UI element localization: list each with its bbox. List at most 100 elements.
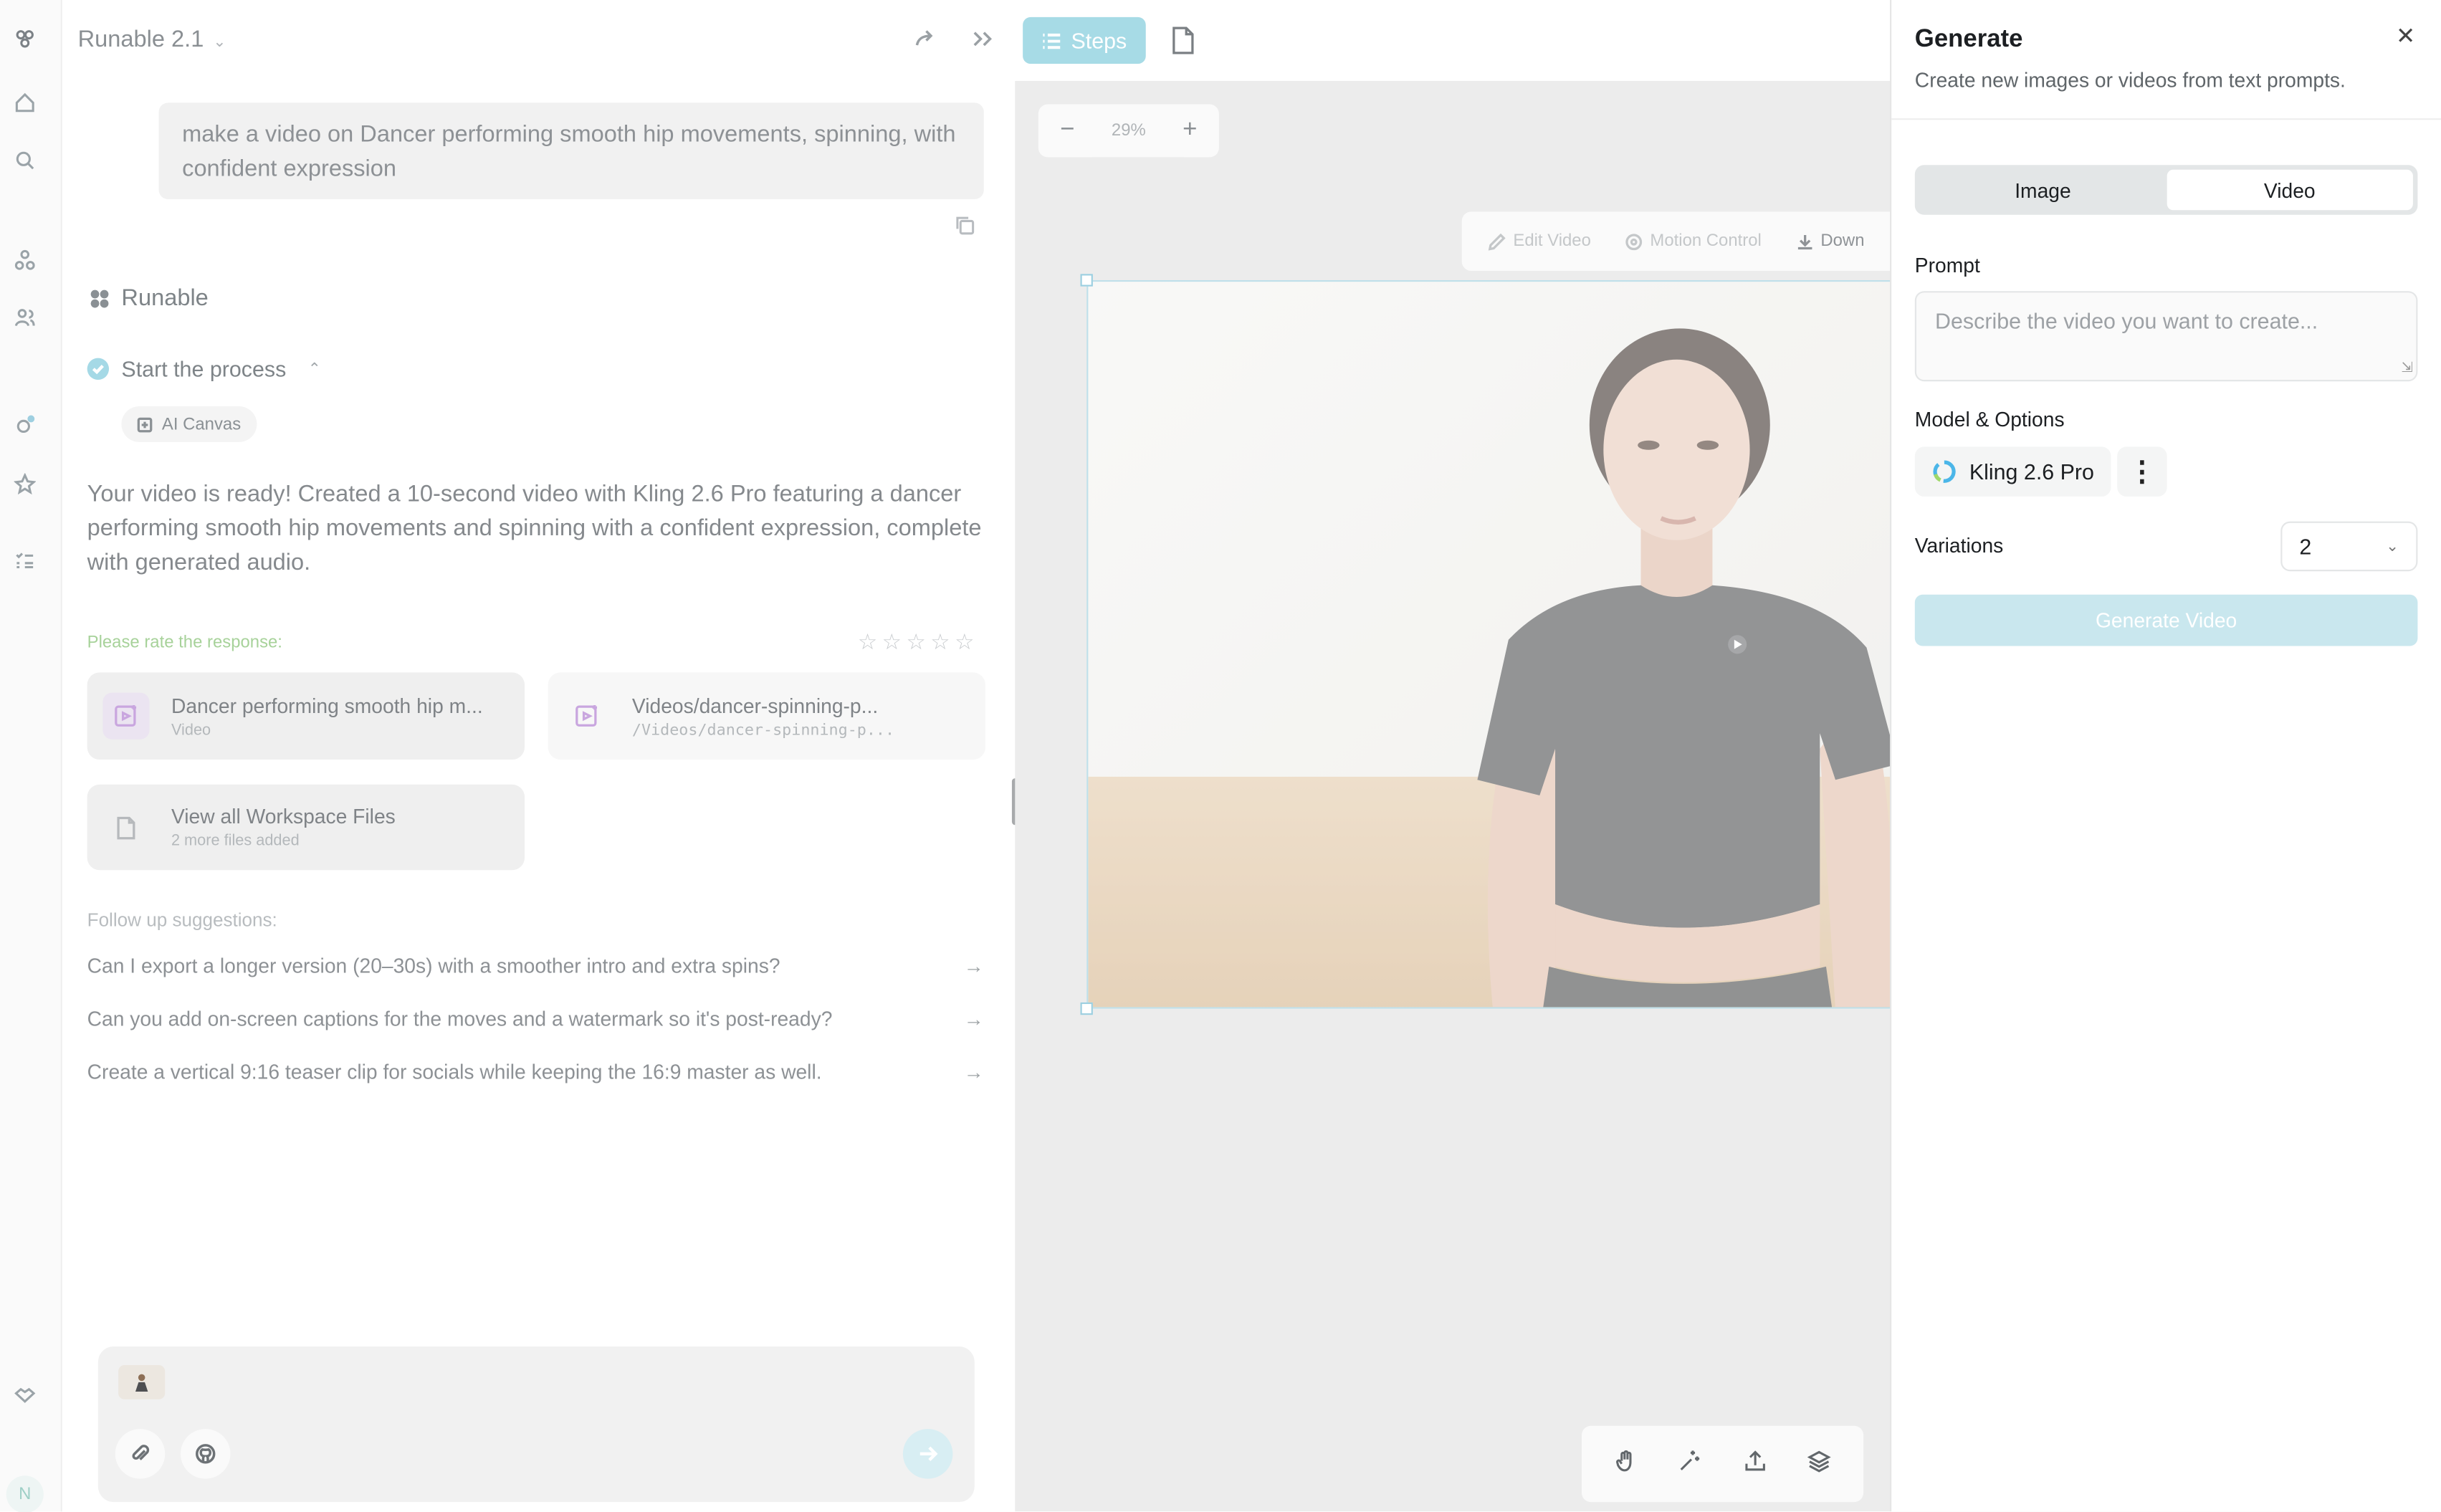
prompt-textarea[interactable]: Describe the video you want to create...… [1914, 291, 2418, 382]
prompt-placeholder: Describe the video you want to create... [1935, 308, 2318, 333]
motion-control-button[interactable]: Motion Control [1625, 232, 1762, 251]
file-name: View all Workspace Files [171, 805, 396, 828]
logo-icon[interactable] [12, 27, 37, 52]
view-all-files-card[interactable]: View all Workspace Files 2 more files ad… [87, 784, 525, 871]
steps-button[interactable]: Steps [1023, 16, 1146, 64]
canvas-tools [1581, 1425, 1864, 1503]
video-toolbar: Edit Video Motion Control Down [1461, 211, 1892, 271]
star-1-icon[interactable]: ☆ [858, 631, 877, 652]
avatar[interactable]: N [6, 1475, 44, 1512]
prompt-label: Prompt [1914, 254, 1980, 277]
generate-panel: Generate Create new images or videos fro… [1891, 0, 2441, 1512]
step-toggle[interactable]: Start the process ⌃ [87, 356, 321, 381]
file-type: Video [171, 721, 211, 739]
zoom-control: − 29% + [1038, 104, 1219, 158]
resize-handle[interactable] [1080, 274, 1093, 287]
panel-subtitle: Create new images or videos from text pr… [1914, 68, 2346, 92]
left-rail: N [0, 0, 62, 1512]
model-selector[interactable]: Kling 2.6 Pro [1914, 446, 2111, 497]
arrow-right-icon: → [963, 953, 984, 977]
tab-video[interactable]: Video [2166, 169, 2413, 211]
runable-logo-icon [90, 289, 109, 307]
canvas-icon [137, 416, 153, 432]
generate-video-button[interactable]: Generate Video [1914, 594, 2418, 646]
zoom-out-button[interactable]: − [1060, 117, 1074, 145]
layers-icon[interactable] [1807, 1448, 1831, 1479]
download-button[interactable]: Down [1796, 231, 1865, 251]
document-icon[interactable] [1170, 27, 1195, 54]
variations-label: Variations [1914, 534, 2004, 558]
copy-icon[interactable] [955, 215, 976, 236]
tasks-icon[interactable] [12, 548, 37, 573]
file-card-path[interactable]: Videos/dancer-spinning-p... /Videos/danc… [548, 672, 986, 760]
assistant-answer: Your video is ready! Created a 10-second… [87, 481, 982, 576]
partners-icon[interactable] [12, 1382, 37, 1407]
star-2-icon[interactable]: ☆ [882, 631, 902, 652]
chevron-up-icon: ⌃ [307, 360, 321, 378]
file-card-video[interactable]: Dancer performing smooth hip m... Video [87, 672, 525, 760]
agents-icon[interactable] [12, 247, 37, 272]
attach-button[interactable] [115, 1429, 166, 1479]
edit-video-label: Edit Video [1513, 231, 1591, 251]
ai-canvas-chip[interactable]: AI Canvas [121, 406, 257, 442]
followup-text: Can you add on-screen captions for the m… [87, 1006, 833, 1030]
chevron-down-icon: ⌄ [213, 34, 226, 52]
canvas-header [1015, 0, 1892, 81]
followup-text: Create a vertical 9:16 teaser clip for s… [87, 1059, 822, 1083]
rating-stars: ☆ ☆ ☆ ☆ ☆ [858, 631, 975, 652]
search-icon[interactable] [12, 148, 37, 173]
github-button[interactable] [180, 1429, 231, 1479]
hand-tool-icon[interactable] [1615, 1448, 1638, 1479]
kling-logo-icon [1933, 460, 1956, 483]
model-options-label: Model & Options [1914, 408, 2065, 431]
resize-handle[interactable] [1080, 1002, 1093, 1015]
resize-grip-icon[interactable]: ⇲ [2402, 360, 2413, 377]
divider [1891, 118, 2441, 120]
download-label: Down [1820, 231, 1865, 251]
share-icon[interactable] [912, 27, 937, 52]
chevron-down-icon: ⌄ [2386, 537, 2399, 555]
zoom-level: 29% [1111, 121, 1146, 140]
collapse-icon[interactable] [970, 27, 995, 52]
file-count: 2 more files added [171, 833, 300, 851]
star-icon[interactable] [12, 472, 37, 497]
followup-item[interactable]: Can you add on-screen captions for the m… [87, 1003, 984, 1033]
list-icon [1043, 32, 1061, 49]
zoom-in-button[interactable]: + [1183, 117, 1197, 145]
star-4-icon[interactable]: ☆ [930, 631, 950, 652]
message-composer[interactable] [97, 1346, 975, 1503]
upload-icon[interactable] [1743, 1448, 1767, 1479]
variations-value: 2 [2299, 534, 2312, 559]
file-name: Dancer performing smooth hip m... [171, 693, 483, 717]
magic-wand-icon[interactable] [1678, 1448, 1702, 1479]
file-icon [102, 804, 149, 851]
file-path: /Videos/dancer-spinning-p... [631, 721, 895, 739]
arrow-right-icon: → [963, 1006, 984, 1030]
variations-select[interactable]: 2 ⌄ [2280, 521, 2418, 572]
panel-title: Generate [1914, 26, 2023, 53]
assistant-name: Runable [121, 284, 209, 312]
media-type-toggle: Image Video [1914, 165, 2418, 215]
video-preview[interactable] [1086, 279, 1892, 1009]
close-icon[interactable]: ✕ [2396, 21, 2415, 50]
followup-text: Can I export a longer version (20–30s) w… [87, 953, 780, 977]
attachment-thumbnail[interactable] [118, 1365, 166, 1399]
send-button[interactable] [902, 1429, 953, 1479]
app-title-dropdown[interactable]: Runable 2.1 ⌄ [78, 27, 226, 53]
followup-item[interactable]: Create a vertical 9:16 teaser clip for s… [87, 1056, 984, 1086]
star-5-icon[interactable]: ☆ [955, 631, 974, 652]
motion-icon [1625, 233, 1643, 250]
dancer-video-frame [1088, 282, 1891, 1008]
users-icon[interactable] [12, 305, 37, 330]
edit-video-button[interactable]: Edit Video [1488, 231, 1591, 251]
app-title: Runable 2.1 [77, 26, 204, 53]
tab-image[interactable]: Image [1919, 170, 2166, 210]
more-options-button[interactable]: ⋮ [2117, 446, 2167, 497]
star-3-icon[interactable]: ☆ [906, 631, 925, 652]
integrations-icon[interactable] [12, 413, 37, 438]
model-name: Kling 2.6 Pro [1969, 459, 2094, 484]
home-icon[interactable] [12, 90, 37, 115]
video-file-icon [563, 693, 610, 740]
video-file-icon [102, 692, 150, 740]
followup-item[interactable]: Can I export a longer version (20–30s) w… [87, 949, 984, 980]
